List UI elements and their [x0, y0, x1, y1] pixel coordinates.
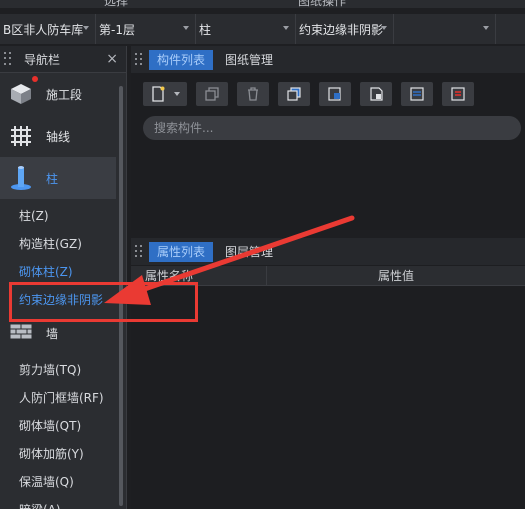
annotation-arrow [104, 215, 355, 305]
